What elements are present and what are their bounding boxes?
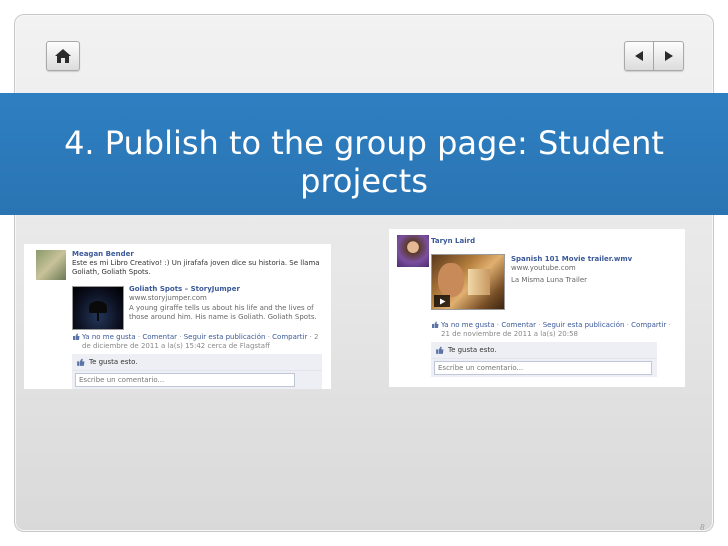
- comment-input[interactable]: Escribe un comentario...: [434, 361, 652, 375]
- unlike-link[interactable]: Ya no me gusta: [441, 321, 495, 329]
- unlike-icon: [432, 321, 439, 328]
- triangle-left-icon: [635, 51, 643, 61]
- home-icon: [55, 49, 71, 63]
- triangle-right-icon: [664, 51, 673, 61]
- next-slide-button[interactable]: [654, 41, 684, 71]
- facebook-post-left: Meagan Bender Este es mi Libro Creativo!…: [24, 244, 331, 389]
- follow-post-link[interactable]: Seguir esta publicación: [184, 333, 266, 341]
- like-summary-text: Te gusta esto.: [89, 358, 138, 366]
- unlike-icon: [73, 333, 80, 340]
- trunk-graphic: [97, 311, 99, 321]
- post-actions: Ya no me gusta · Comentar · Seguir esta …: [82, 333, 319, 350]
- link-description: A young giraffe tells us about his life …: [129, 304, 317, 321]
- play-icon: [439, 298, 445, 304]
- avatar[interactable]: [397, 235, 429, 267]
- thumbs-up-icon: [436, 346, 444, 354]
- comment-input[interactable]: Escribe un comentario...: [75, 373, 295, 387]
- share-link[interactable]: Compartir: [631, 321, 666, 329]
- home-button[interactable]: [46, 41, 80, 71]
- avatar[interactable]: [36, 250, 66, 280]
- post-text: Este es mi Libro Creativo! :) Un jirafaf…: [72, 259, 320, 276]
- thumbs-up-icon: [77, 358, 85, 366]
- slide-title: 4. Publish to the group page: Student pr…: [64, 124, 664, 200]
- like-summary: Te gusta esto.: [431, 342, 657, 359]
- poster-name[interactable]: Taryn Laird: [431, 237, 475, 245]
- glass-graphic: [468, 269, 490, 295]
- unlike-link[interactable]: Ya no me gusta: [82, 333, 136, 341]
- comment-link[interactable]: Comentar: [142, 333, 177, 341]
- previous-slide-button[interactable]: [624, 41, 654, 71]
- video-thumbnail[interactable]: [431, 254, 505, 310]
- link-description: La Misma Luna Trailer: [511, 276, 588, 284]
- like-summary-text: Te gusta esto.: [448, 346, 497, 354]
- link-title[interactable]: Spanish 101 Movie trailer.wmv: [511, 255, 632, 263]
- share-link[interactable]: Compartir: [272, 333, 307, 341]
- link-url: www.youtube.com: [511, 264, 576, 272]
- post-timestamp[interactable]: 21 de noviembre de 2011 a la(s) 20:58: [441, 330, 578, 338]
- play-button[interactable]: [434, 295, 450, 307]
- post-actions: Ya no me gusta · Comentar · Seguir esta …: [441, 321, 671, 338]
- poster-name[interactable]: Meagan Bender: [72, 250, 134, 258]
- link-thumbnail[interactable]: [72, 286, 124, 330]
- comment-link[interactable]: Comentar: [501, 321, 536, 329]
- follow-post-link[interactable]: Seguir esta publicación: [543, 321, 625, 329]
- facebook-post-right: Taryn Laird Spanish 101 Movie trailer.wm…: [389, 229, 685, 387]
- link-url: www.storyjumper.com: [129, 294, 207, 302]
- link-title[interactable]: Goliath Spots – StoryJumper: [129, 285, 240, 293]
- like-summary: Te gusta esto.: [72, 354, 322, 371]
- slide-number: 8: [700, 523, 705, 532]
- face-graphic: [438, 263, 464, 297]
